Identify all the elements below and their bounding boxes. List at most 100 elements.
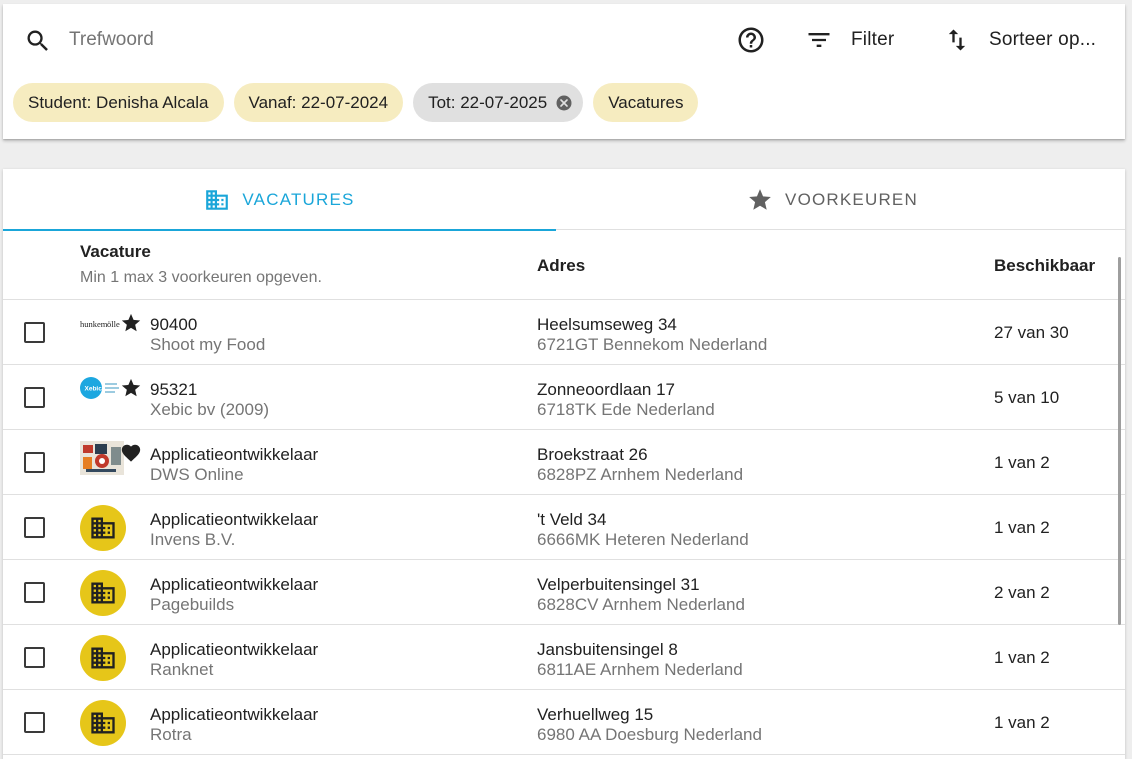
svg-text:ölle: ölle [107, 319, 120, 329]
address-street: Jansbuitensingel 8 [537, 640, 678, 659]
tab-bar: VACATURES VOORKEUREN [3, 169, 1125, 231]
vacancies-card: VACATURES VOORKEUREN Vacature Min 1 max … [3, 169, 1125, 759]
company-avatar [80, 505, 126, 551]
vacancy-title: Applicatieontwikkelaar [150, 445, 319, 464]
availability: 1 van 2 [994, 713, 1050, 732]
chip-to-date[interactable]: Tot: 22-07-2025 [413, 83, 584, 122]
chip-label: Vacatures [608, 92, 684, 112]
company-name: Xebic bv (2009) [150, 400, 270, 419]
row-checkbox[interactable] [24, 582, 45, 603]
company-name: Pagebuilds [150, 595, 235, 614]
row-checkbox[interactable] [24, 322, 45, 343]
help-button[interactable] [735, 24, 767, 56]
row-checkbox[interactable] [24, 452, 45, 473]
star-icon [749, 188, 771, 210]
table-row[interactable]: hunkem ölle 90400 Shoot my Food Heelsums… [3, 300, 1125, 365]
tab-vacatures[interactable]: VACATURES [3, 169, 556, 231]
vacancy-title: Applicatieontwikkelaar [150, 640, 319, 659]
address-city: 6811AE Arnhem Nederland [537, 660, 743, 679]
chip-vacatures[interactable]: Vacatures [593, 83, 699, 122]
filter-card: Filter Sorteer op... Student: Denisha Al… [3, 4, 1125, 139]
sort-label: Sorteer op... [989, 29, 1097, 50]
vacancy-title: Applicatieontwikkelaar [150, 510, 319, 529]
availability: 5 van 10 [994, 388, 1060, 407]
chip-label: Vanaf: 22-07-2024 [248, 92, 389, 112]
column-header-beschikbaar[interactable]: Beschikbaar [994, 256, 1095, 276]
row-checkbox[interactable] [24, 712, 45, 733]
company-avatar [80, 635, 126, 681]
table-row[interactable]: Applicatieontwikkelaar DWS Online Broeks… [3, 430, 1125, 495]
filter-label: Filter [851, 29, 895, 50]
availability: 1 van 2 [994, 518, 1050, 537]
close-circle-icon[interactable] [555, 94, 573, 112]
building-icon [91, 582, 115, 604]
star-icon [121, 313, 141, 332]
search-input[interactable] [69, 22, 629, 58]
tab-label: VOORKEUREN [785, 189, 918, 209]
address-street: Broekstraat 26 [537, 445, 648, 464]
filter-icon [808, 33, 830, 47]
table-row[interactable]: Applicatieontwikkelaar Invens B.V. 't Ve… [3, 495, 1125, 560]
chip-student[interactable]: Student: Denisha Alcala [13, 83, 224, 122]
hunkemoller-logo: hunkem ölle [80, 319, 120, 329]
availability: 2 van 2 [994, 583, 1050, 602]
sort-arrows-icon [948, 29, 966, 51]
address-street: Verhuellweg 15 [537, 705, 654, 724]
tab-label: VACATURES [242, 189, 355, 209]
building-icon [206, 189, 229, 210]
vacancy-title: 95321 [150, 380, 198, 399]
heart-icon [121, 444, 141, 462]
company-name: Ranknet [150, 660, 214, 679]
filter-chips: Student: Denisha Alcala Vanaf: 22-07-202… [13, 83, 699, 122]
company-avatar [80, 700, 126, 746]
table-row[interactable]: Applicatieontwikkelaar Ranknet Jansbuite… [3, 625, 1125, 690]
address-city: 6718TK Ede Nederland [537, 400, 715, 419]
chip-from-date[interactable]: Vanaf: 22-07-2024 [233, 83, 404, 122]
star-icon [121, 378, 141, 397]
table-row[interactable]: Xebic 95321 Xebic bv (2009) Zonneoordlaa… [3, 365, 1125, 430]
address-city: 6828CV Arnhem Nederland [537, 595, 745, 614]
table-row[interactable]: Applicatieontwikkelaar Rotra Verhuellweg… [3, 690, 1125, 755]
building-icon [91, 647, 115, 669]
building-icon [91, 517, 115, 539]
search-row: Filter Sorteer op... [3, 4, 1125, 74]
chip-label: Tot: 22-07-2025 [428, 92, 548, 112]
xebic-logo: Xebic [80, 377, 119, 399]
address-city: 6666MK Heteren Nederland [537, 530, 749, 549]
help-circle-icon [738, 27, 764, 53]
address-street: Velperbuitensingel 31 [537, 575, 700, 594]
svg-text:Xebic: Xebic [85, 386, 103, 393]
search-icon [27, 30, 48, 51]
availability: 27 van 30 [994, 323, 1069, 342]
address-city: 6721GT Bennekom Nederland [537, 335, 768, 354]
row-checkbox[interactable] [24, 387, 45, 408]
chip-label: Student: Denisha Alcala [28, 92, 209, 112]
address-street: 't Veld 34 [537, 510, 607, 529]
company-name: Shoot my Food [150, 335, 266, 354]
sort-button[interactable]: Sorteer op... [943, 22, 1096, 58]
filter-button[interactable]: Filter [805, 22, 894, 58]
svg-text:hunkem: hunkem [80, 319, 108, 329]
column-header-adres[interactable]: Adres [537, 256, 585, 276]
column-header-vacature[interactable]: Vacature [80, 242, 151, 262]
company-name: Rotra [150, 725, 192, 744]
address-street: Heelsumseweg 34 [537, 315, 677, 334]
address-city: 6828PZ Arnhem Nederland [537, 465, 744, 484]
dws-logo [80, 441, 124, 475]
vacancy-title: Applicatieontwikkelaar [150, 705, 319, 724]
company-avatar [80, 570, 126, 616]
table-row[interactable]: Applicatieontwikkelaar Pagebuilds Velper… [3, 560, 1125, 625]
address-street: Zonneoordlaan 17 [537, 380, 676, 399]
company-name: DWS Online [150, 465, 244, 484]
scrollbar[interactable] [1118, 257, 1121, 625]
table-header: Vacature Min 1 max 3 voorkeuren opgeven.… [3, 230, 1125, 300]
vacancy-title: 90400 [150, 315, 198, 334]
address-city: 6980 AA Doesburg Nederland [537, 725, 762, 744]
vacancy-list: hunkem ölle 90400 Shoot my Food Heelsums… [3, 300, 1125, 755]
row-checkbox[interactable] [24, 517, 45, 538]
building-icon [91, 712, 115, 734]
column-hint: Min 1 max 3 voorkeuren opgeven. [80, 269, 322, 286]
tab-voorkeuren[interactable]: VOORKEUREN [556, 169, 1109, 230]
company-name: Invens B.V. [150, 530, 236, 549]
row-checkbox[interactable] [24, 647, 45, 668]
